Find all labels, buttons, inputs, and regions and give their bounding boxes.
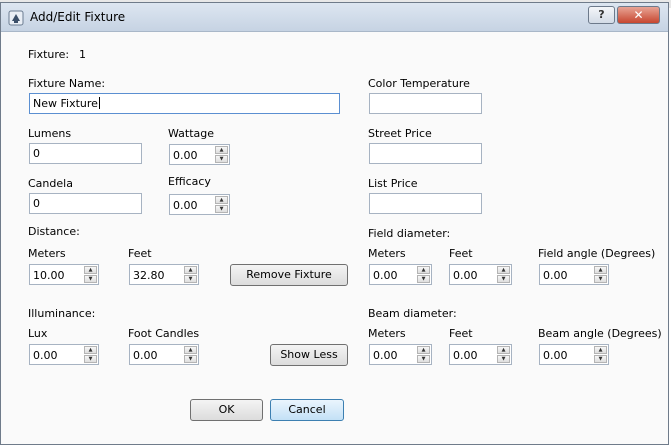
efficacy-up-arrow-icon[interactable]: ▲ — [215, 196, 228, 204]
lumens-label: Lumens — [28, 127, 72, 140]
fixture-label: Fixture: — [28, 48, 70, 61]
field-angle-value: 0.00 — [543, 269, 568, 282]
distance-meters-down-arrow-icon[interactable]: ▼ — [84, 275, 97, 283]
candela-input[interactable]: 0 — [29, 193, 142, 214]
street-price-label: Street Price — [368, 127, 432, 140]
window-title: Add/Edit Fixture — [30, 10, 126, 24]
field-feet-down-arrow-icon[interactable]: ▼ — [497, 275, 510, 283]
color-temperature-label: Color Temperature — [368, 77, 470, 90]
field-angle-spinbox[interactable]: 0.00 ▲ ▼ — [539, 264, 609, 285]
close-button[interactable]: ✕ — [617, 6, 660, 24]
beam-angle-up-arrow-icon[interactable]: ▲ — [594, 346, 607, 354]
efficacy-value: 0.00 — [173, 199, 198, 212]
foot-candles-label: Foot Candles — [128, 327, 200, 340]
lumens-value: 0 — [33, 147, 40, 160]
foot-candles-down-arrow-icon[interactable]: ▼ — [184, 355, 197, 363]
beam-angle-value: 0.00 — [543, 349, 568, 362]
ok-button[interactable]: OK — [190, 399, 263, 421]
add-edit-fixture-dialog: Add/Edit Fixture ? ✕ Fixture: 1 Fixture … — [0, 2, 669, 445]
beam-angle-label: Beam angle (Degrees) — [538, 327, 662, 340]
color-temperature-input[interactable] — [369, 93, 482, 114]
field-meters-value: 0.00 — [373, 269, 398, 282]
wattage-value: 0.00 — [173, 149, 198, 162]
distance-meters-value: 10.00 — [33, 269, 65, 282]
field-feet-spinbox[interactable]: 0.00 ▲ ▼ — [449, 264, 512, 285]
wattage-label: Wattage — [168, 127, 215, 140]
field-angle-up-arrow-icon[interactable]: ▲ — [594, 266, 607, 274]
list-price-label: List Price — [368, 177, 418, 190]
lux-up-arrow-icon[interactable]: ▲ — [84, 346, 97, 354]
list-price-input[interactable] — [369, 193, 482, 214]
beam-feet-value: 0.00 — [453, 349, 478, 362]
distance-feet-spinbox[interactable]: 32.80 ▲ ▼ — [129, 264, 199, 285]
lux-spinbox[interactable]: 0.00 ▲ ▼ — [29, 344, 99, 365]
beam-meters-value: 0.00 — [373, 349, 398, 362]
field-angle-label: Field angle (Degrees) — [538, 247, 656, 260]
lumens-input[interactable]: 0 — [29, 143, 142, 164]
lux-value: 0.00 — [33, 349, 58, 362]
candela-value: 0 — [33, 197, 40, 210]
field-meters-spinbox[interactable]: 0.00 ▲ ▼ — [369, 264, 432, 285]
efficacy-label: Efficacy — [168, 175, 211, 188]
illuminance-label: Illuminance: — [28, 307, 96, 320]
candela-label: Candela — [28, 177, 73, 190]
fixture-name-label: Fixture Name: — [28, 77, 106, 90]
help-button[interactable]: ? — [588, 6, 615, 24]
foot-candles-value: 0.00 — [133, 349, 158, 362]
beam-diameter-label: Beam diameter: — [368, 307, 457, 320]
distance-feet-value: 32.80 — [133, 269, 165, 282]
lux-down-arrow-icon[interactable]: ▼ — [84, 355, 97, 363]
beam-meters-label: Meters — [368, 327, 406, 340]
show-less-button[interactable]: Show Less — [270, 344, 348, 366]
distance-feet-up-arrow-icon[interactable]: ▲ — [184, 266, 197, 274]
field-feet-label: Feet — [449, 247, 473, 260]
street-price-input[interactable] — [369, 143, 482, 164]
foot-candles-spinbox[interactable]: 0.00 ▲ ▼ — [129, 344, 199, 365]
app-icon — [8, 10, 24, 26]
cancel-button[interactable]: Cancel — [270, 399, 344, 421]
wattage-down-arrow-icon[interactable]: ▼ — [215, 155, 228, 163]
fixture-name-input[interactable]: New Fixture — [29, 93, 340, 114]
beam-meters-spinbox[interactable]: 0.00 ▲ ▼ — [369, 344, 432, 365]
field-meters-label: Meters — [368, 247, 406, 260]
beam-angle-down-arrow-icon[interactable]: ▼ — [594, 355, 607, 363]
beam-meters-up-arrow-icon[interactable]: ▲ — [417, 346, 430, 354]
beam-feet-up-arrow-icon[interactable]: ▲ — [497, 346, 510, 354]
distance-meters-label: Meters — [28, 247, 66, 260]
beam-angle-spinbox[interactable]: 0.00 ▲ ▼ — [539, 344, 609, 365]
title-bar: Add/Edit Fixture ? ✕ — [1, 3, 668, 32]
distance-feet-down-arrow-icon[interactable]: ▼ — [184, 275, 197, 283]
field-feet-up-arrow-icon[interactable]: ▲ — [497, 266, 510, 274]
lux-label: Lux — [28, 327, 48, 340]
distance-meters-spinbox[interactable]: 10.00 ▲ ▼ — [29, 264, 99, 285]
beam-meters-down-arrow-icon[interactable]: ▼ — [417, 355, 430, 363]
field-meters-down-arrow-icon[interactable]: ▼ — [417, 275, 430, 283]
efficacy-down-arrow-icon[interactable]: ▼ — [215, 205, 228, 213]
field-feet-value: 0.00 — [453, 269, 478, 282]
field-diameter-label: Field diameter: — [368, 227, 451, 240]
distance-meters-up-arrow-icon[interactable]: ▲ — [84, 266, 97, 274]
wattage-up-arrow-icon[interactable]: ▲ — [215, 146, 228, 154]
fixture-number: 1 — [79, 48, 86, 61]
remove-fixture-button[interactable]: Remove Fixture — [230, 264, 348, 286]
text-caret — [98, 97, 100, 109]
close-icon: ✕ — [633, 8, 644, 22]
beam-feet-label: Feet — [449, 327, 473, 340]
beam-feet-spinbox[interactable]: 0.00 ▲ ▼ — [449, 344, 512, 365]
fixture-name-value: New Fixture — [33, 97, 98, 110]
distance-label: Distance: — [28, 225, 80, 238]
foot-candles-up-arrow-icon[interactable]: ▲ — [184, 346, 197, 354]
beam-feet-down-arrow-icon[interactable]: ▼ — [497, 355, 510, 363]
distance-feet-label: Feet — [128, 247, 152, 260]
wattage-spinbox[interactable]: 0.00 ▲ ▼ — [169, 144, 230, 165]
field-angle-down-arrow-icon[interactable]: ▼ — [594, 275, 607, 283]
field-meters-up-arrow-icon[interactable]: ▲ — [417, 266, 430, 274]
efficacy-spinbox[interactable]: 0.00 ▲ ▼ — [169, 194, 230, 215]
